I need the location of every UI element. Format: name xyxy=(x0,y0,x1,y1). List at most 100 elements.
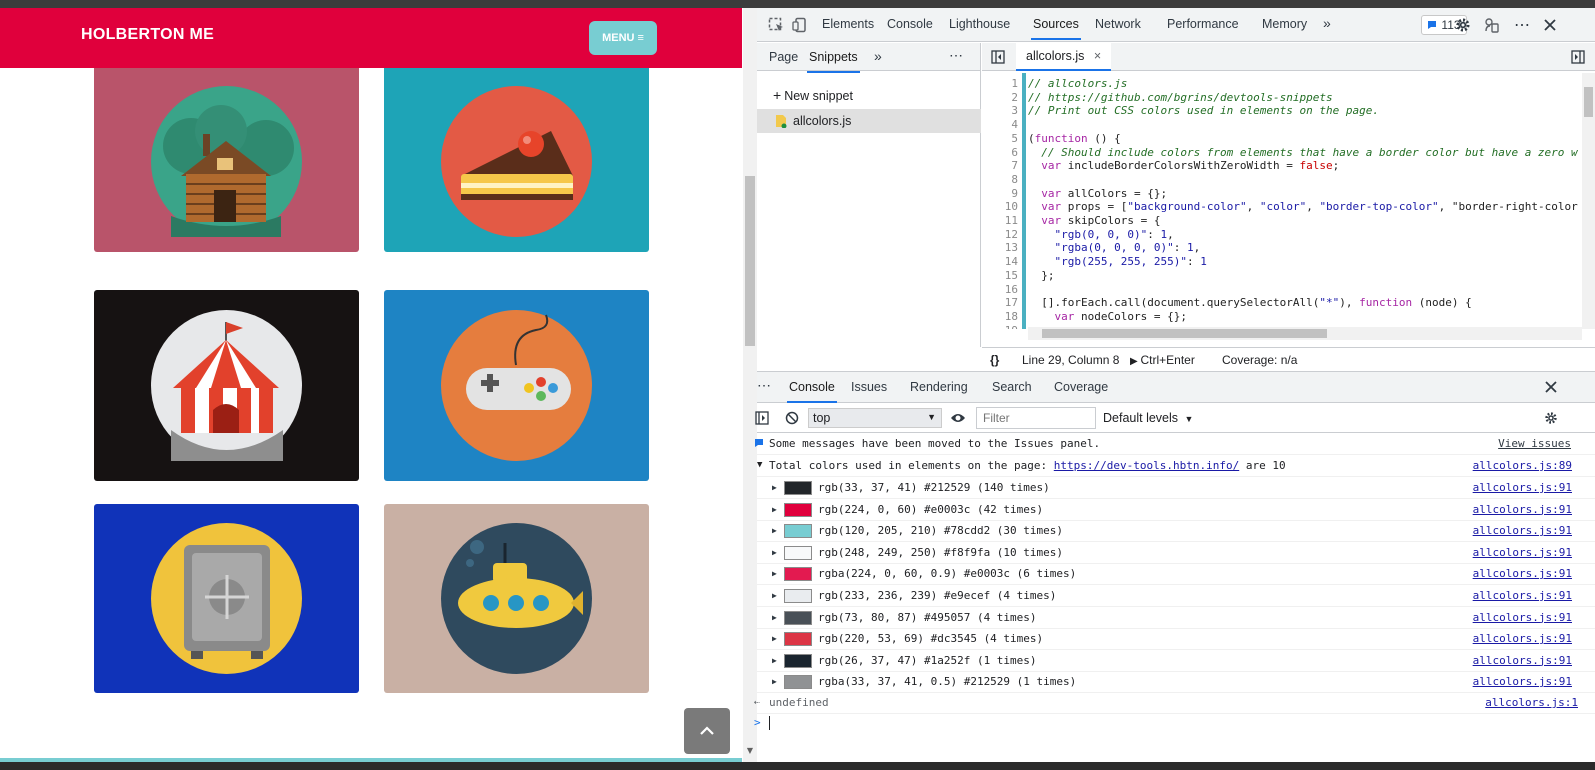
line-number[interactable]: 6 xyxy=(982,146,1018,160)
run-snippet-button[interactable]: ▶ Ctrl+Enter xyxy=(1130,353,1195,367)
editor-file-tab[interactable]: allcolors.js × xyxy=(1016,43,1112,71)
color-log-row[interactable]: ▶ rgba(33, 37, 41, 0.5) #212529 (1 times)… xyxy=(757,671,1595,694)
page-scrollbar-thumb[interactable] xyxy=(745,176,755,346)
expand-triangle-icon[interactable]: ▶ xyxy=(772,499,777,520)
snippet-file-item[interactable]: allcolors.js xyxy=(757,109,981,133)
source-link[interactable]: allcolors.js:91 xyxy=(1473,607,1572,628)
clear-console-icon[interactable] xyxy=(784,410,800,426)
console-sidebar-icon[interactable] xyxy=(754,410,770,426)
source-link[interactable]: allcolors.js:91 xyxy=(1473,477,1572,498)
drawer-tab-coverage[interactable]: Coverage xyxy=(1054,380,1108,394)
source-link[interactable]: allcolors.js:91 xyxy=(1473,650,1572,671)
color-log-row[interactable]: ▶ rgb(120, 205, 210) #78cdd2 (30 times) al… xyxy=(757,520,1595,543)
source-link[interactable]: allcolors.js:91 xyxy=(1473,671,1572,692)
portfolio-card[interactable] xyxy=(384,504,649,693)
line-number[interactable]: 17 xyxy=(982,296,1018,310)
line-number[interactable]: 11 xyxy=(982,214,1018,228)
close-tab-icon[interactable]: × xyxy=(1094,49,1101,63)
source-link[interactable]: allcolors.js:1 xyxy=(1485,692,1578,713)
console-prompt[interactable]: > xyxy=(754,712,1595,734)
line-number[interactable]: 4 xyxy=(982,118,1018,132)
source-link[interactable]: allcolors.js:89 xyxy=(1473,455,1572,476)
remote-devices-icon[interactable] xyxy=(1483,16,1501,34)
line-number[interactable]: 3 xyxy=(982,104,1018,118)
color-log-row[interactable]: ▶ rgb(224, 0, 60) #e0003c (42 times) allco… xyxy=(757,499,1595,521)
line-number[interactable]: 8 xyxy=(982,173,1018,187)
log-levels-dropdown[interactable]: Default levels ▼ xyxy=(1103,411,1193,425)
context-select[interactable]: top ▼ xyxy=(808,408,942,428)
drawer-menu-icon[interactable]: ⋯ xyxy=(757,377,771,394)
color-log-row[interactable]: ▶ rgba(224, 0, 60, 0.9) #e0003c (6 times)… xyxy=(757,563,1595,586)
portfolio-card[interactable] xyxy=(384,58,649,252)
expand-triangle-icon[interactable]: ▶ xyxy=(772,671,777,692)
console-settings-gear-icon[interactable] xyxy=(1543,410,1559,426)
expand-triangle-icon[interactable]: ▶ xyxy=(772,628,777,649)
source-link[interactable]: allcolors.js:91 xyxy=(1473,542,1572,563)
portfolio-card[interactable] xyxy=(384,290,649,481)
site-title[interactable]: HOLBERTON ME xyxy=(81,26,214,44)
line-number[interactable]: 18 xyxy=(982,310,1018,324)
color-log-row[interactable]: ▶ rgb(73, 80, 87) #495057 (4 times) allcol… xyxy=(757,607,1595,629)
expand-triangle-icon[interactable]: ▶ xyxy=(772,477,777,498)
color-log-row[interactable]: ▶ rgb(220, 53, 69) #dc3545 (4 times) allco… xyxy=(757,628,1595,651)
color-log-row[interactable]: ▶ rgb(33, 37, 41) #212529 (140 times) allc… xyxy=(757,477,1595,499)
portfolio-card[interactable] xyxy=(94,58,359,252)
view-issues-link[interactable]: View issues xyxy=(1498,433,1571,454)
page-scrollbar[interactable]: ▼ xyxy=(743,8,757,762)
expand-triangle-icon[interactable]: ▼ xyxy=(757,455,762,476)
tab-page[interactable]: Page xyxy=(769,50,798,64)
code-area[interactable]: 1 // allcolors.js 2 // https://github.com/b… xyxy=(982,73,1582,329)
portfolio-card[interactable] xyxy=(94,504,359,693)
settings-gear-icon[interactable] xyxy=(1454,16,1472,34)
drawer-tab-console[interactable]: Console xyxy=(787,380,837,403)
source-link[interactable]: allcolors.js:91 xyxy=(1473,585,1572,606)
line-number[interactable]: 14 xyxy=(982,255,1018,269)
device-toolbar-icon[interactable] xyxy=(791,16,809,34)
more-tabs-chevron-icon[interactable]: » xyxy=(1323,15,1331,31)
line-number[interactable]: 12 xyxy=(982,228,1018,242)
console-filter-input[interactable] xyxy=(976,407,1096,429)
total-colors-message[interactable]: ▼ Total colors used in elements on the p… xyxy=(757,455,1595,477)
editor-vertical-scrollbar[interactable] xyxy=(1582,73,1595,329)
expand-triangle-icon[interactable]: ▶ xyxy=(772,607,777,628)
tab-network[interactable]: Network xyxy=(1095,17,1141,31)
color-log-row[interactable]: ▶ rgb(26, 37, 47) #1a252f (1 times) allcol… xyxy=(757,650,1595,672)
line-number[interactable]: 13 xyxy=(982,241,1018,255)
line-number[interactable]: 9 xyxy=(982,187,1018,201)
close-drawer-icon[interactable] xyxy=(1543,379,1559,395)
more-nav-tabs-chevron-icon[interactable]: » xyxy=(874,48,882,64)
line-number[interactable]: 7 xyxy=(982,159,1018,173)
tab-snippets[interactable]: Snippets xyxy=(807,50,860,73)
new-snippet-button[interactable]: + New snippet xyxy=(773,87,853,103)
expand-triangle-icon[interactable]: ▶ xyxy=(772,542,777,563)
scroll-down-arrow-icon[interactable]: ▼ xyxy=(743,746,757,755)
source-link[interactable]: allcolors.js:91 xyxy=(1473,563,1572,584)
tab-memory[interactable]: Memory xyxy=(1262,17,1307,31)
menu-button[interactable]: MENU ≡ xyxy=(589,21,657,55)
toggle-navigator-icon[interactable] xyxy=(990,49,1006,65)
pretty-print-button[interactable]: {} xyxy=(990,353,999,367)
drawer-tab-search[interactable]: Search xyxy=(992,380,1032,394)
toggle-debugger-icon[interactable] xyxy=(1570,49,1586,65)
tab-console[interactable]: Console xyxy=(887,17,933,31)
source-link[interactable]: allcolors.js:91 xyxy=(1473,499,1572,520)
tab-lighthouse[interactable]: Lighthouse xyxy=(949,17,1010,31)
tab-sources[interactable]: Sources xyxy=(1031,17,1081,40)
close-devtools-icon[interactable] xyxy=(1541,16,1559,34)
back-to-top-button[interactable] xyxy=(684,708,730,754)
line-number[interactable]: 10 xyxy=(982,200,1018,214)
color-log-row[interactable]: ▶ rgb(233, 236, 239) #e9ecef (4 times) all… xyxy=(757,585,1595,607)
line-number[interactable]: 1 xyxy=(982,77,1018,91)
color-log-row[interactable]: ▶ rgb(248, 249, 250) #f8f9fa (10 times) al… xyxy=(757,542,1595,564)
drawer-tab-issues[interactable]: Issues xyxy=(851,380,887,394)
more-options-icon[interactable]: ⋯ xyxy=(1513,16,1531,34)
tab-performance[interactable]: Performance xyxy=(1167,17,1239,31)
line-number[interactable]: 2 xyxy=(982,91,1018,105)
line-number[interactable]: 19 xyxy=(982,324,1018,329)
page-url-link[interactable]: https://dev-tools.hbtn.info/ xyxy=(1054,459,1239,472)
editor-horizontal-scrollbar[interactable] xyxy=(1028,327,1582,340)
source-link[interactable]: allcolors.js:91 xyxy=(1473,628,1572,649)
tab-elements[interactable]: Elements xyxy=(822,17,874,31)
expand-triangle-icon[interactable]: ▶ xyxy=(772,563,777,584)
line-number[interactable]: 15 xyxy=(982,269,1018,283)
